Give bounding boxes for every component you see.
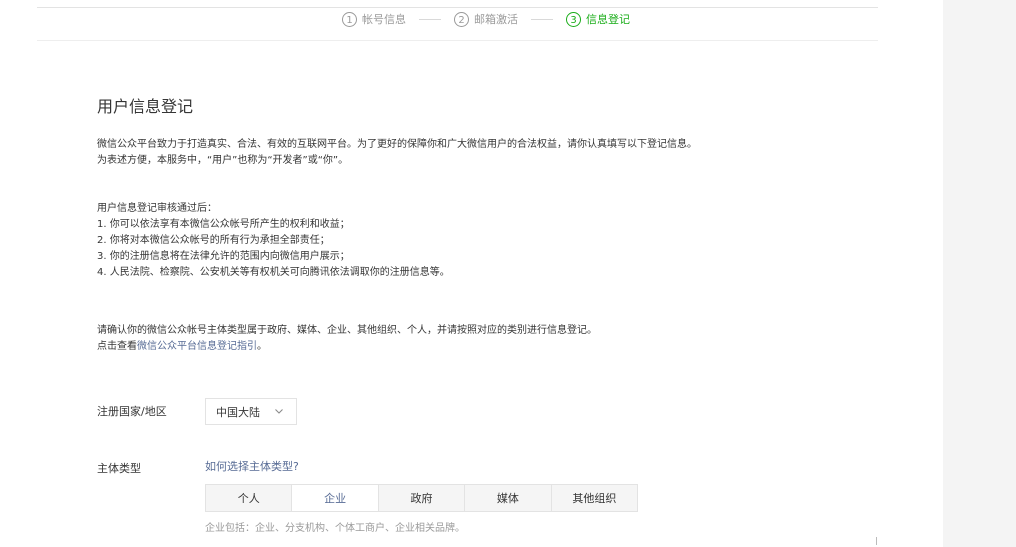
step-email-activation: 2 邮箱激活 [454, 11, 518, 27]
benefit-item: 1. 你可以依法享有本微信公众帐号所产生的权利和收益； [97, 219, 350, 230]
region-value: 中国大陆 [216, 405, 260, 419]
step-label: 帐号信息 [362, 13, 406, 26]
registration-stepper: 1 帐号信息 2 邮箱激活 3 信息登记 [342, 10, 630, 28]
benefit-item: 2. 你将对本微信公众帐号的所有行为承担全部责任； [97, 235, 330, 246]
entity-type-media[interactable]: 媒体 [465, 485, 552, 511]
guide-link[interactable]: 微信公众平台信息登记指引 [137, 341, 257, 352]
step-label: 邮箱激活 [474, 13, 518, 26]
guide-line: 点击查看微信公众平台信息登记指引。 [97, 339, 597, 355]
step-info-registration: 3 信息登记 [566, 11, 630, 27]
approval-benefits: 用户信息登记审核通过后： 1. 你可以依法享有本微信公众帐号所产生的权利和收益；… [97, 201, 450, 281]
chevron-down-icon [275, 409, 283, 414]
benefit-item: 4. 人民法院、检察院、公安机关等有权机关可向腾讯依法调取你的注册信息等。 [97, 267, 450, 278]
step-number: 3 [566, 11, 581, 27]
step-separator [531, 18, 553, 20]
region-label: 注册国家/地区 [97, 405, 167, 418]
entity-type-help-link[interactable]: 如何选择主体类型? [205, 458, 299, 474]
scroll-marker [876, 537, 877, 545]
guide-suffix: 。 [257, 341, 267, 352]
right-side-panel [943, 0, 1016, 547]
benefit-item: 3. 你的注册信息将在法律允许的范围内向微信用户展示； [97, 251, 350, 262]
intro-line: 为表述方便，本服务中，“用户”也称为“开发者”或“你”。 [97, 155, 349, 166]
entity-type-note: 企业包括：企业、分支机构、个体工商户、企业相关品牌。 [205, 523, 465, 534]
region-select[interactable]: 中国大陆 [205, 398, 297, 425]
entity-type-tabs: 个人 企业 政府 媒体 其他组织 [205, 484, 638, 512]
page-title: 用户信息登记 [97, 97, 194, 116]
entity-type-individual[interactable]: 个人 [206, 485, 293, 511]
step-account-info: 1 帐号信息 [342, 11, 406, 27]
confirm-text: 请确认你的微信公众帐号主体类型属于政府、媒体、企业、其他组织、个人，并请按照对应… [97, 325, 597, 336]
step-label: 信息登记 [586, 13, 630, 26]
benefits-heading: 用户信息登记审核通过后： [97, 203, 217, 214]
entity-type-label: 主体类型 [97, 462, 141, 475]
entity-type-government[interactable]: 政府 [379, 485, 466, 511]
header-divider [37, 40, 878, 41]
step-number: 1 [342, 11, 357, 27]
intro-text: 微信公众平台致力于打造真实、合法、有效的互联网平台。为了更好的保障你和广大微信用… [97, 137, 697, 169]
entity-type-other-org[interactable]: 其他组织 [552, 485, 637, 511]
confirm-text-block: 请确认你的微信公众帐号主体类型属于政府、媒体、企业、其他组织、个人，并请按照对应… [97, 323, 597, 355]
intro-line: 微信公众平台致力于打造真实、合法、有效的互联网平台。为了更好的保障你和广大微信用… [97, 139, 697, 150]
step-number: 2 [454, 11, 469, 27]
top-divider [37, 7, 878, 8]
step-separator [419, 18, 441, 20]
guide-prefix: 点击查看 [97, 341, 137, 352]
entity-type-enterprise[interactable]: 企业 [292, 485, 379, 511]
